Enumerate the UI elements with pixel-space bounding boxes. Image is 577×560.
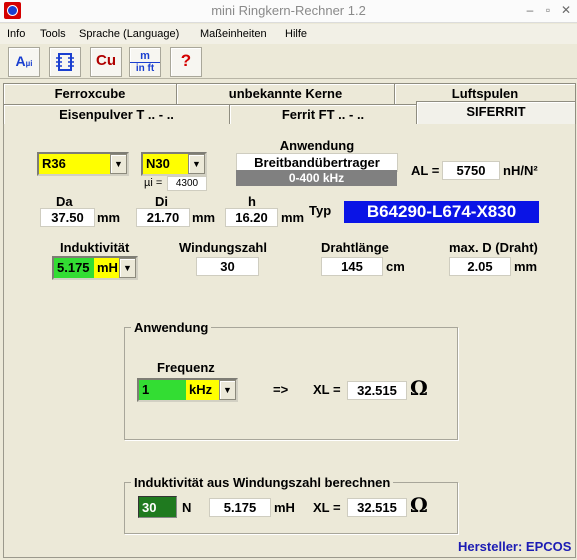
max-wire-diameter-label: max. D (Draht) bbox=[449, 240, 538, 255]
di-unit: mm bbox=[192, 210, 216, 225]
da-value: 37.50 bbox=[40, 208, 95, 227]
arrow-label: => bbox=[273, 382, 289, 397]
al-mu-tool-button[interactable]: Aµi bbox=[8, 47, 40, 77]
core-coil-icon bbox=[56, 53, 74, 71]
inductance-from-turns-legend: Induktivität aus Windungszahl berechnen bbox=[131, 475, 394, 490]
chevron-down-icon[interactable]: ▼ bbox=[119, 258, 136, 278]
core-size-select[interactable]: R36 ▼ bbox=[37, 152, 129, 176]
units-icon: m bbox=[140, 50, 150, 62]
chevron-down-icon[interactable]: ▼ bbox=[110, 154, 127, 174]
tab-ferrite-ft[interactable]: Ferrit FT .. - .. bbox=[229, 104, 417, 125]
core-tool-button[interactable] bbox=[49, 47, 81, 77]
max-wire-diameter-value: 2.05 bbox=[449, 257, 511, 276]
turns-n-input[interactable]: 30 bbox=[138, 496, 177, 518]
da-unit: mm bbox=[97, 210, 121, 225]
frequency-range: 0-400 kHz bbox=[236, 170, 397, 186]
application-group-legend: Anwendung bbox=[131, 320, 212, 335]
al-label: AL = bbox=[411, 163, 440, 178]
mu-label: µi = bbox=[144, 177, 163, 189]
mu-value: 4300 bbox=[167, 176, 207, 191]
xl-label-2: XL = bbox=[313, 500, 341, 515]
maximize-button[interactable]: ▫ bbox=[540, 2, 556, 18]
tab-siferrit[interactable]: SIFERRIT bbox=[416, 101, 576, 126]
wire-length-label: Drahtlänge bbox=[321, 240, 389, 255]
frequency-input[interactable]: 1 bbox=[139, 380, 186, 400]
inductance-value[interactable]: 5.175 bbox=[54, 258, 94, 278]
frequency-label: Frequenz bbox=[157, 360, 215, 375]
xl-value-2: 32.515 bbox=[347, 498, 407, 517]
application-label: Anwendung bbox=[279, 138, 355, 153]
chevron-down-icon[interactable]: ▼ bbox=[219, 380, 236, 400]
h-unit: mm bbox=[281, 210, 305, 225]
frequency-unit-select[interactable]: 1 kHz ▼ bbox=[137, 378, 238, 402]
ohm-icon: Ω bbox=[410, 376, 428, 400]
copper-icon: Cu bbox=[96, 52, 116, 69]
tab-ferroxcube[interactable]: Ferroxcube bbox=[3, 83, 177, 104]
tab-iron-powder[interactable]: Eisenpulver T .. - .. bbox=[3, 104, 230, 125]
tab-unknown-cores[interactable]: unbekannte Kerne bbox=[176, 83, 395, 104]
wire-length-unit: cm bbox=[386, 259, 405, 274]
close-button[interactable]: ✕ bbox=[558, 2, 574, 18]
wire-length-value: 145 bbox=[321, 257, 383, 276]
menu-info[interactable]: Info bbox=[7, 28, 25, 40]
menu-language[interactable]: Sprache (Language) bbox=[79, 28, 179, 40]
da-label: Da bbox=[56, 194, 73, 209]
inductance-label: Induktivität bbox=[60, 240, 130, 255]
menu-help[interactable]: Hilfe bbox=[285, 28, 307, 40]
turns-input[interactable]: 30 bbox=[196, 257, 259, 276]
di-value: 21.70 bbox=[136, 208, 190, 227]
units-tool-button[interactable]: m in ft bbox=[129, 47, 161, 77]
calculated-inductance: 5.175 bbox=[209, 498, 271, 517]
minimize-button[interactable]: – bbox=[522, 2, 538, 18]
chevron-down-icon[interactable]: ▼ bbox=[188, 154, 205, 174]
xl-value: 32.515 bbox=[347, 381, 407, 400]
al-unit: nH/N² bbox=[503, 163, 538, 178]
help-icon: ? bbox=[180, 51, 192, 70]
manufacturer-label: Hersteller: EPCOS bbox=[458, 539, 572, 554]
h-label: h bbox=[248, 194, 256, 209]
material-select[interactable]: N30 ▼ bbox=[141, 152, 207, 176]
calculated-inductance-unit: mH bbox=[274, 500, 295, 515]
type-number: B64290-L674-X830 bbox=[344, 201, 539, 223]
menu-units[interactable]: Maßeinheiten bbox=[200, 28, 267, 40]
xl-label: XL = bbox=[313, 382, 341, 397]
wire-tool-button[interactable]: Cu bbox=[90, 47, 122, 77]
ohm-icon: Ω bbox=[410, 493, 428, 517]
max-wire-diameter-unit: mm bbox=[514, 259, 538, 274]
inductance-unit-select[interactable]: 5.175 mH ▼ bbox=[52, 256, 138, 280]
menu-tools[interactable]: Tools bbox=[40, 28, 66, 40]
turns-n-label: N bbox=[182, 500, 192, 515]
turns-label: Windungszahl bbox=[179, 240, 267, 255]
help-tool-button[interactable]: ? bbox=[170, 47, 202, 77]
window-title: mini Ringkern-Rechner 1.2 bbox=[211, 3, 366, 18]
di-label: Di bbox=[155, 194, 168, 209]
al-mu-icon: A bbox=[15, 53, 26, 69]
h-value: 16.20 bbox=[225, 208, 278, 227]
al-value: 5750 bbox=[442, 161, 500, 180]
toolbar bbox=[0, 44, 577, 79]
typ-label: Typ bbox=[309, 203, 332, 218]
